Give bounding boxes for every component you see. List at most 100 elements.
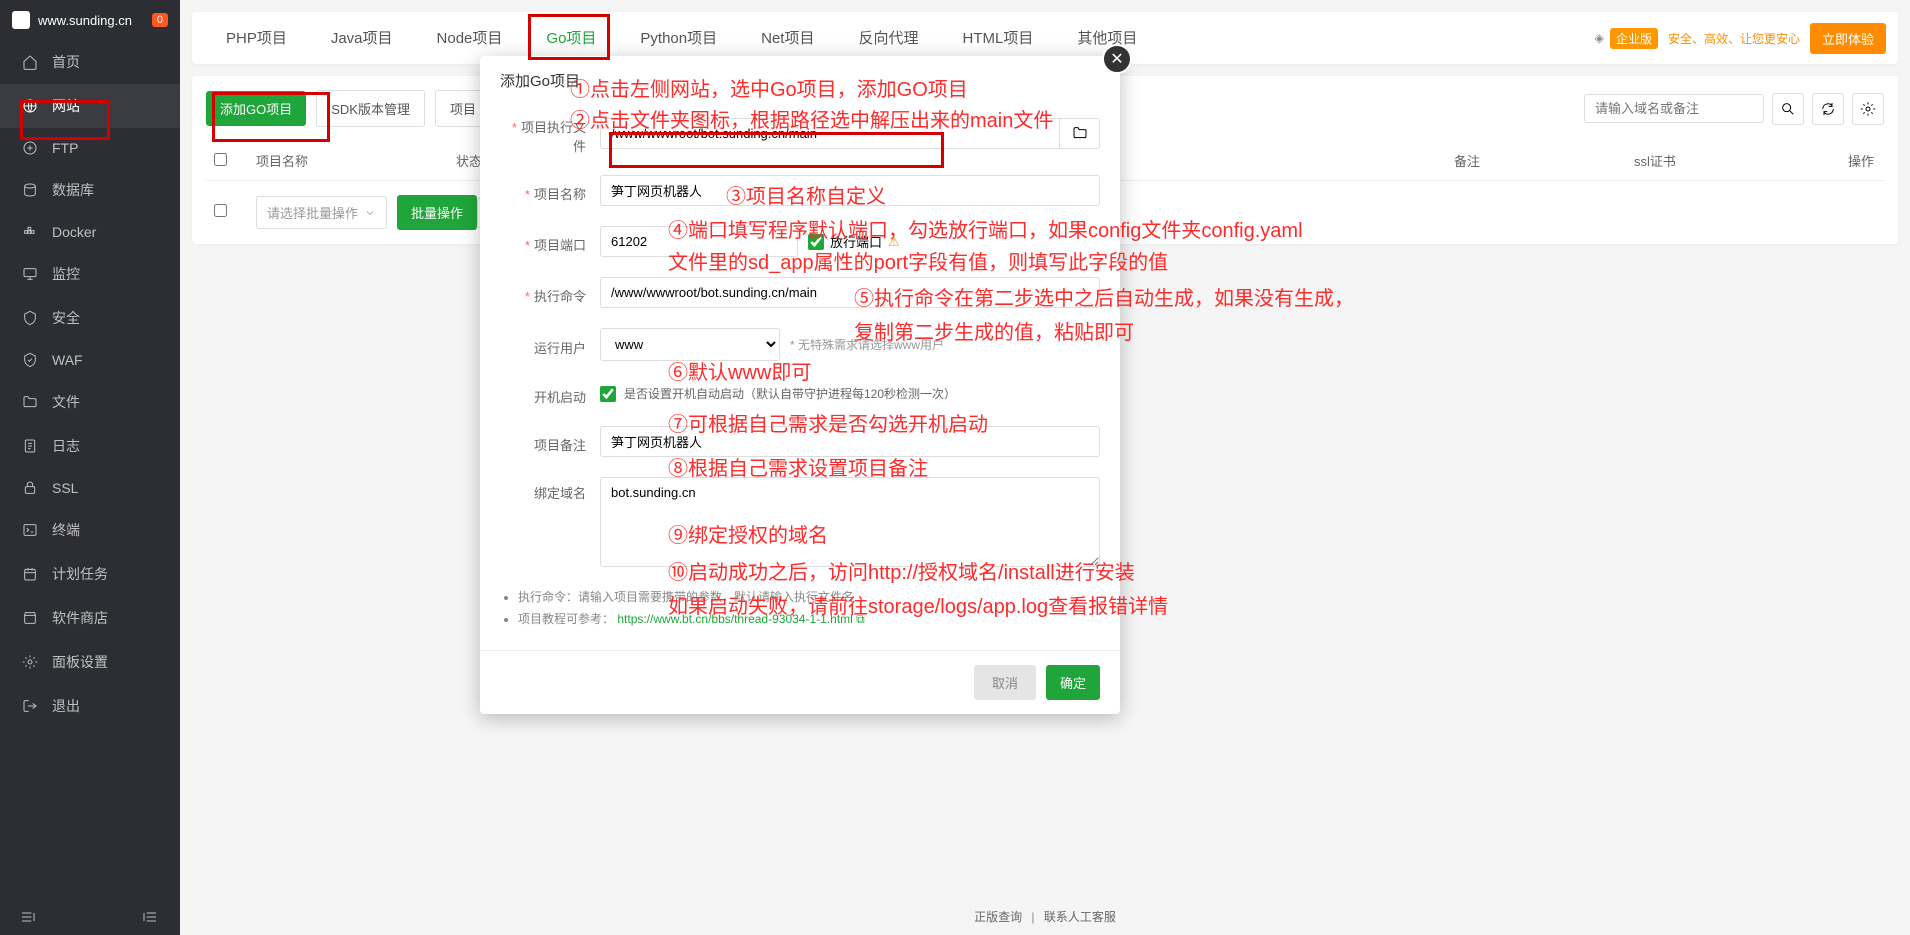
database-icon bbox=[22, 182, 38, 198]
exec-cmd-label: 执行命令 bbox=[534, 289, 586, 304]
sidebar-item-shield[interactable]: 安全 bbox=[0, 296, 180, 340]
sidebar: www.sunding.cn 0 首页网站 FTP 数据库 Docker 监控安全 WAF… bbox=[0, 0, 180, 935]
batch-select[interactable]: 请选择批量操作 bbox=[256, 196, 387, 229]
sidebar-item-cron[interactable]: 计划任务 bbox=[0, 552, 180, 596]
hint-tutorial: 项目教程可参考： https://www.bt.cn/bbs/thread-93… bbox=[518, 609, 1100, 631]
add-go-project-modal: ✕ 添加Go项目 *项目执行文件 *项目名称 *项目端口 放行端口 ⚠ *执行命… bbox=[480, 56, 1120, 714]
autostart-checkbox[interactable] bbox=[600, 386, 616, 402]
sidebar-item-settings[interactable]: 面板设置 bbox=[0, 640, 180, 684]
license-check-link[interactable]: 正版查询 bbox=[974, 910, 1022, 924]
tab-1[interactable]: Java项目 bbox=[309, 13, 415, 64]
ssl-icon bbox=[22, 480, 38, 496]
remark-input[interactable] bbox=[600, 426, 1100, 457]
add-go-project-button[interactable]: 添加GO项目 bbox=[206, 91, 306, 126]
exec-file-input[interactable] bbox=[600, 118, 1060, 149]
port-input[interactable] bbox=[600, 226, 798, 257]
panel-logo-icon bbox=[12, 11, 30, 29]
sidebar-item-waf[interactable]: WAF bbox=[0, 340, 180, 380]
sidebar-item-globe[interactable]: 网站 bbox=[0, 84, 180, 128]
safety-slogan: 安全、高效、让您更安心 bbox=[1668, 30, 1800, 47]
exec-cmd-input[interactable] bbox=[600, 277, 1100, 308]
cron-icon bbox=[22, 566, 38, 582]
run-user-hint: * 无特殊需求请选择www用户 bbox=[790, 336, 944, 353]
folder-icon bbox=[1072, 125, 1088, 141]
allow-port-checkbox-wrap[interactable]: 放行端口 ⚠ bbox=[808, 232, 900, 251]
modal-close-button[interactable]: ✕ bbox=[1102, 44, 1132, 74]
col-remark: 备注 bbox=[1444, 151, 1624, 170]
docker-icon bbox=[22, 224, 38, 240]
sidebar-item-home[interactable]: 首页 bbox=[0, 40, 180, 84]
collapse-right-icon[interactable] bbox=[142, 909, 160, 923]
sidebar-item-label: 数据库 bbox=[52, 180, 94, 200]
sidebar-item-label: 软件商店 bbox=[52, 608, 108, 628]
sidebar-item-label: 安全 bbox=[52, 308, 80, 328]
proj-name-input[interactable] bbox=[600, 175, 1100, 206]
shield-icon bbox=[22, 310, 38, 326]
sidebar-item-ssl[interactable]: SSL bbox=[0, 468, 180, 508]
experience-button[interactable]: 立即体验 bbox=[1810, 23, 1886, 54]
select-all-checkbox[interactable] bbox=[214, 153, 227, 166]
proj-name-label: 项目名称 bbox=[534, 187, 586, 202]
browse-folder-button[interactable] bbox=[1060, 118, 1100, 149]
cancel-button[interactable]: 取消 bbox=[974, 665, 1036, 700]
sidebar-item-log[interactable]: 日志 bbox=[0, 424, 180, 468]
sidebar-item-label: 终端 bbox=[52, 520, 80, 540]
row-checkbox[interactable] bbox=[214, 204, 227, 217]
sidebar-item-label: SSL bbox=[52, 480, 78, 496]
port-label: 项目端口 bbox=[534, 238, 586, 253]
col-op: 操作 bbox=[1804, 151, 1884, 170]
tab-0[interactable]: PHP项目 bbox=[204, 13, 309, 64]
sidebar-item-label: 首页 bbox=[52, 52, 80, 72]
sidebar-header: www.sunding.cn 0 bbox=[0, 0, 180, 40]
warning-icon: ⚠ bbox=[888, 234, 900, 250]
confirm-button[interactable]: 确定 bbox=[1046, 665, 1100, 700]
domain-textarea[interactable] bbox=[600, 477, 1100, 567]
autostart-text: 是否设置开机自动启动（默认自带守护进程每120秒检测一次） bbox=[624, 385, 956, 402]
sidebar-item-ftp[interactable]: FTP bbox=[0, 128, 180, 168]
sidebar-item-docker[interactable]: Docker bbox=[0, 212, 180, 252]
search-button[interactable] bbox=[1772, 93, 1804, 125]
ftp-icon bbox=[22, 140, 38, 156]
sidebar-item-monitor[interactable]: 监控 bbox=[0, 252, 180, 296]
sidebar-item-label: 退出 bbox=[52, 696, 80, 716]
sidebar-item-logout[interactable]: 退出 bbox=[0, 684, 180, 728]
refresh-button[interactable] bbox=[1812, 93, 1844, 125]
sdk-version-button[interactable]: SDK版本管理 bbox=[316, 90, 425, 127]
tutorial-link[interactable]: https://www.bt.cn/bbs/thread-93034-1-1.h… bbox=[617, 612, 852, 626]
modal-title: 添加Go项目 bbox=[480, 56, 1120, 105]
settings-icon bbox=[22, 654, 38, 670]
diamond-icon: ◈ bbox=[1595, 31, 1604, 45]
globe-icon bbox=[22, 98, 38, 114]
external-link-icon: ⧉ bbox=[856, 612, 865, 626]
sidebar-item-label: 文件 bbox=[52, 392, 80, 412]
batch-action-button[interactable]: 批量操作 bbox=[397, 195, 477, 230]
domain-label: 绑定域名 bbox=[534, 486, 586, 501]
waf-icon bbox=[22, 352, 38, 368]
log-icon bbox=[22, 438, 38, 454]
settings-button[interactable] bbox=[1852, 93, 1884, 125]
panel-domain: www.sunding.cn bbox=[38, 13, 144, 28]
sidebar-item-label: 面板设置 bbox=[52, 652, 108, 672]
hint-exec: 执行命令：请输入项目需要携带的参数，默认请输入执行文件名 bbox=[518, 587, 1100, 609]
sidebar-item-label: 网站 bbox=[52, 96, 80, 116]
exec-file-label: 项目执行文件 bbox=[521, 120, 586, 154]
run-user-select[interactable]: www bbox=[600, 328, 780, 361]
collapse-left-icon[interactable] bbox=[20, 909, 38, 923]
sidebar-item-label: 监控 bbox=[52, 264, 80, 284]
home-icon bbox=[22, 54, 38, 70]
sidebar-item-database[interactable]: 数据库 bbox=[0, 168, 180, 212]
sidebar-item-folder[interactable]: 文件 bbox=[0, 380, 180, 424]
sidebar-item-store[interactable]: 软件商店 bbox=[0, 596, 180, 640]
search-input[interactable] bbox=[1584, 94, 1764, 123]
store-icon bbox=[22, 610, 38, 626]
notification-badge[interactable]: 0 bbox=[152, 13, 168, 27]
sidebar-item-terminal[interactable]: 终端 bbox=[0, 508, 180, 552]
allow-port-checkbox[interactable] bbox=[808, 234, 824, 250]
monitor-icon bbox=[22, 266, 38, 282]
page-footer: 正版查询 | 联系人工客服 bbox=[180, 908, 1910, 925]
col-ssl: ssl证书 bbox=[1624, 151, 1804, 170]
contact-support-link[interactable]: 联系人工客服 bbox=[1044, 910, 1116, 924]
sidebar-item-label: WAF bbox=[52, 352, 83, 368]
sidebar-item-label: Docker bbox=[52, 224, 96, 240]
hint-list: 执行命令：请输入项目需要携带的参数，默认请输入执行文件名 项目教程可参考： ht… bbox=[500, 587, 1100, 630]
